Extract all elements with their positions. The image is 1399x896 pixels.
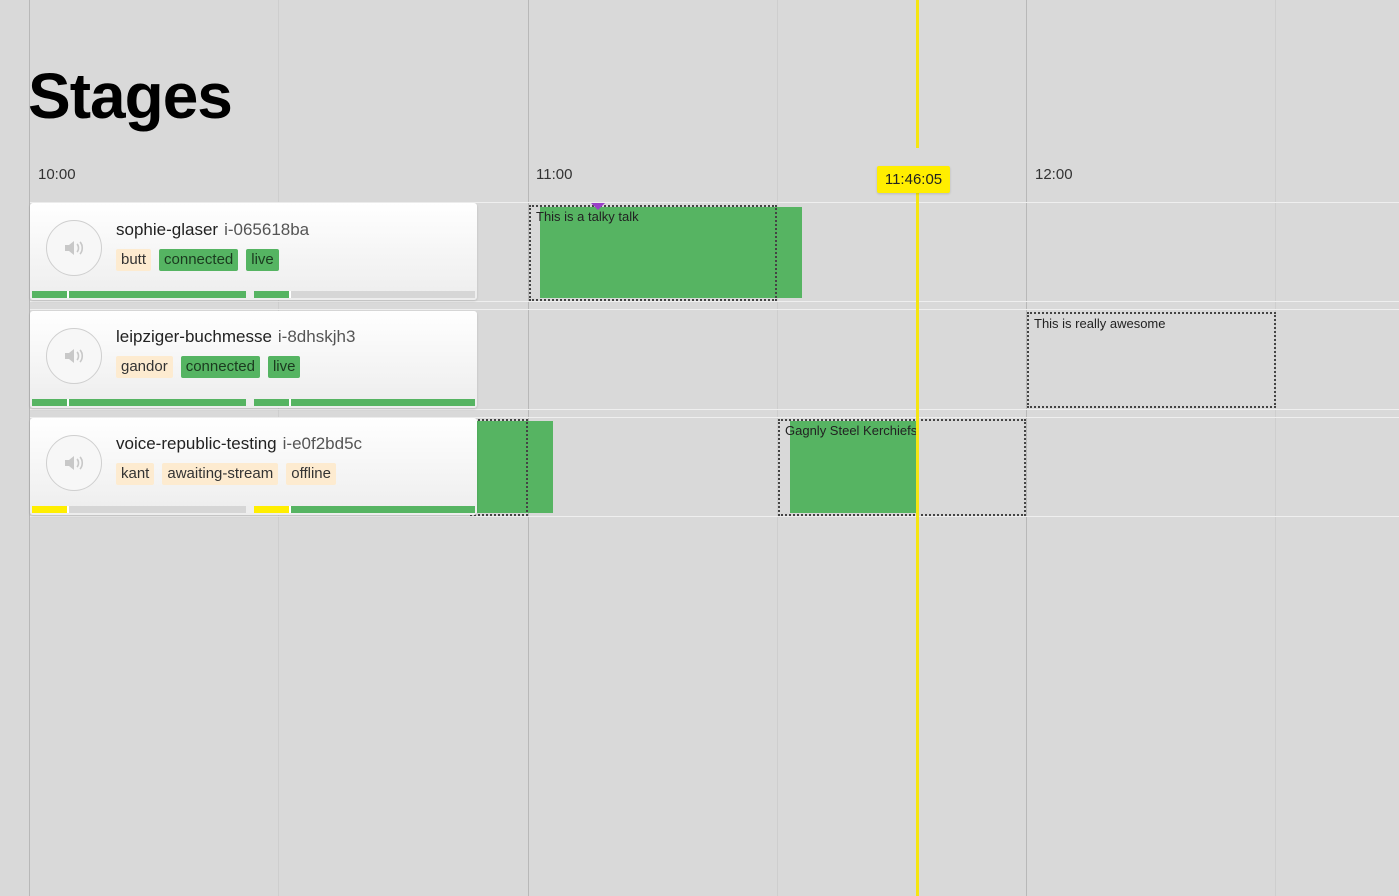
current-position-marker-icon [591, 203, 605, 210]
stage-name: leipziger-buchmesse [116, 327, 272, 346]
row-divider [30, 516, 1399, 517]
timeline-view: Stages 10:00 11:00 12:00 This is a talky… [0, 0, 1399, 896]
level-meter [32, 399, 246, 406]
stage-tags: gandor connected live [116, 356, 301, 378]
status-badge: connected [159, 249, 239, 271]
stage-name: voice-republic-testing [116, 434, 277, 453]
stage-tags: kant awaiting-stream offline [116, 463, 336, 485]
row-divider [30, 309, 1399, 310]
time-label-12: 12:00 [1035, 166, 1073, 183]
talk-slot[interactable] [470, 419, 528, 516]
status-badge: offline [286, 463, 336, 485]
time-label-11: 11:00 [536, 166, 573, 183]
instance-id: i-e0f2bd5c [282, 434, 363, 453]
level-meter [32, 291, 246, 298]
device-tag: gandor [116, 356, 173, 378]
instance-id: i-065618ba [224, 220, 310, 239]
level-meter [254, 506, 475, 513]
grid-line [1026, 0, 1027, 896]
stage-title: sophie-glaser i-065618ba [116, 220, 309, 240]
current-time-line [916, 0, 919, 896]
status-badge: connected [180, 356, 260, 378]
status-badge: live [246, 249, 279, 271]
stage-tags: butt connected live [116, 249, 279, 271]
row-divider [30, 409, 1399, 410]
speaker-volume-icon[interactable] [46, 435, 102, 491]
grid-line [1275, 0, 1276, 896]
page-title: Stages [28, 60, 233, 132]
device-tag: kant [116, 463, 155, 485]
talk-title: This is a talky talk [536, 209, 639, 224]
status-badge: live [267, 356, 301, 378]
current-time-badge: 11:46:05 [877, 166, 950, 193]
stage-card-sophie-glaser[interactable]: sophie-glaser i-065618ba butt connected l… [30, 203, 477, 300]
stage-card-voice-republic-testing[interactable]: voice-republic-testing i-e0f2bd5c kant aw… [30, 418, 477, 515]
time-label-10: 10:00 [38, 166, 76, 183]
level-meter [254, 291, 475, 298]
current-time-gap [916, 148, 919, 166]
level-meter [32, 506, 246, 513]
talk-title: This is really awesome [1034, 316, 1166, 331]
speaker-volume-icon[interactable] [46, 328, 102, 384]
stage-title: leipziger-buchmesse i-8dhskjh3 [116, 327, 355, 347]
device-tag: butt [116, 249, 152, 271]
stage-name: sophie-glaser [116, 220, 219, 239]
row-divider [30, 301, 1399, 302]
speaker-volume-icon[interactable] [46, 220, 102, 276]
status-badge: awaiting-stream [162, 463, 279, 485]
stage-card-leipziger-buchmesse[interactable]: leipziger-buchmesse i-8dhskjh3 gandor con… [30, 311, 477, 408]
instance-id: i-8dhskjh3 [277, 327, 356, 346]
level-meter [254, 399, 475, 406]
stage-title: voice-republic-testing i-e0f2bd5c [116, 434, 362, 454]
talk-title: Gagnly Steel Kerchiefs [785, 423, 918, 438]
